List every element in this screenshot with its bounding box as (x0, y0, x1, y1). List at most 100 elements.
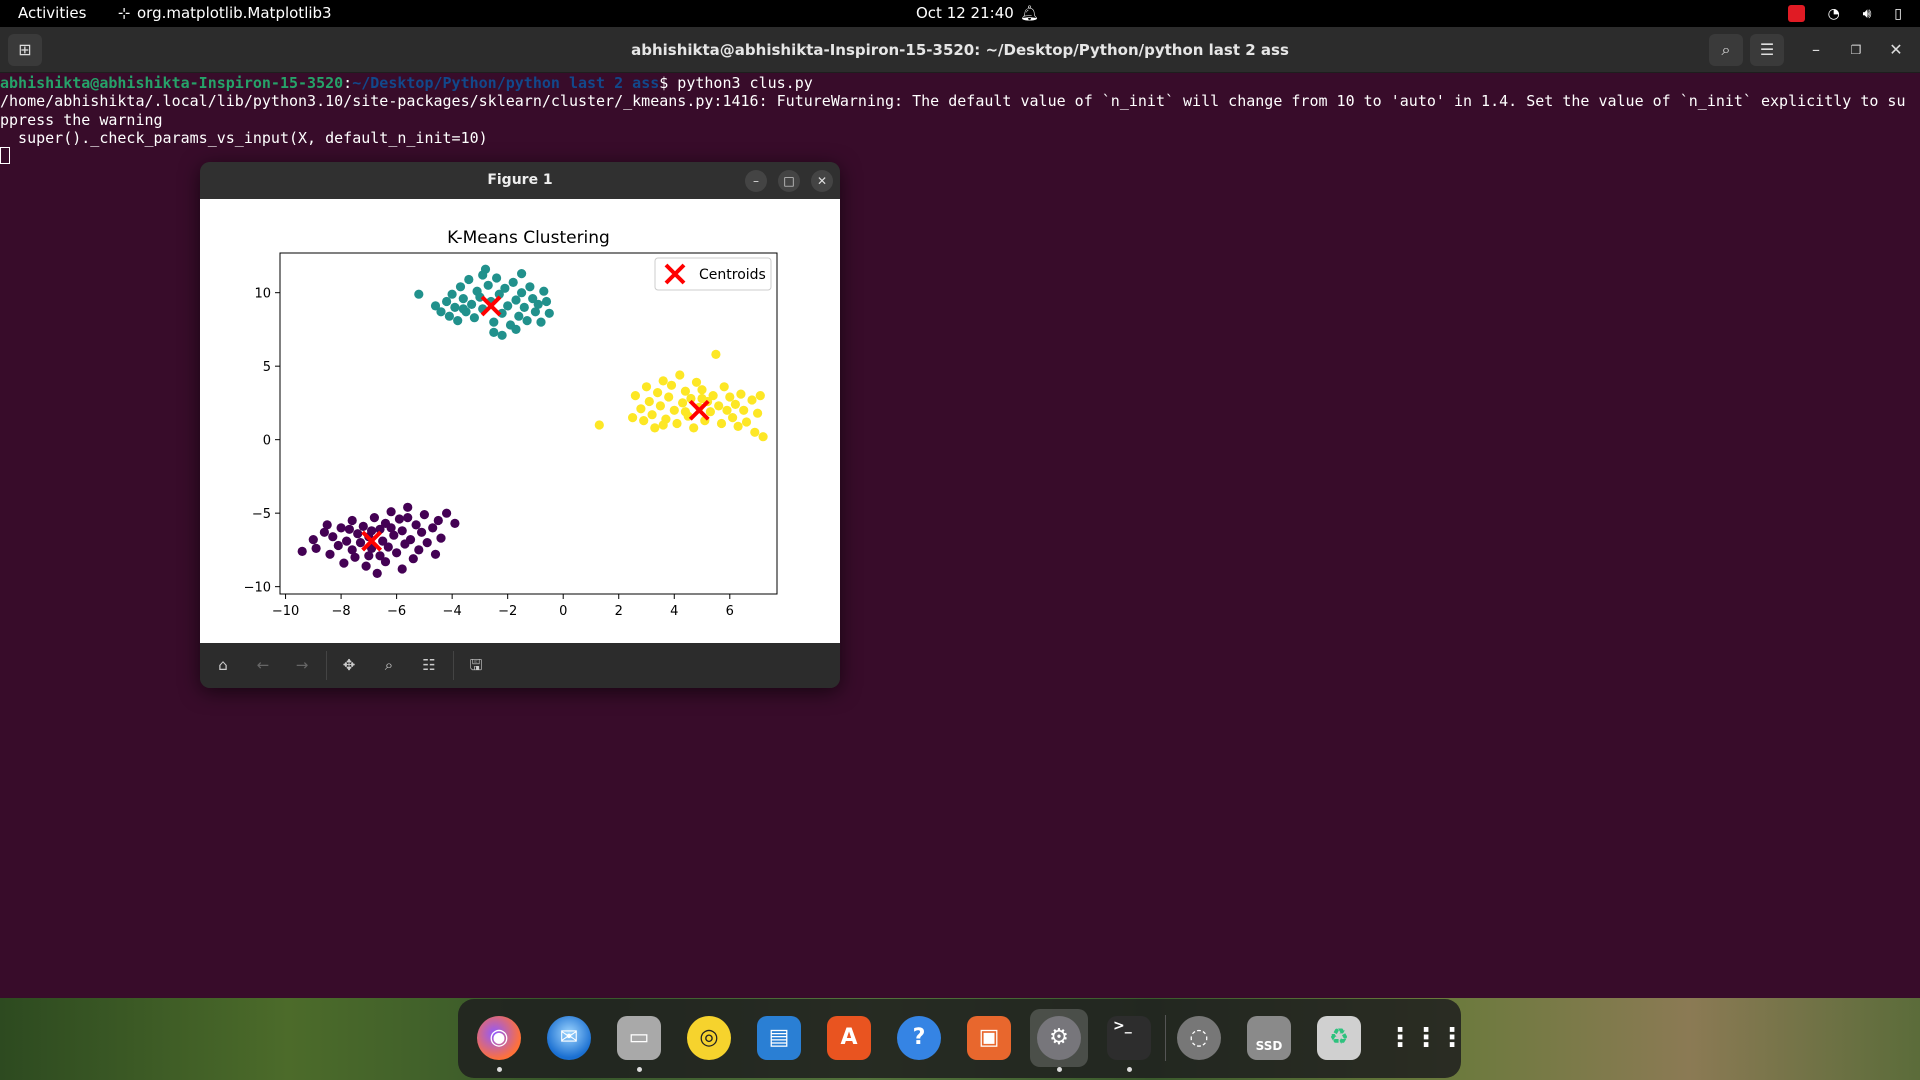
data-point (483, 280, 493, 290)
forward-arrow-icon[interactable]: → (287, 650, 317, 680)
dock-divider (1165, 1015, 1166, 1061)
terminal-output[interactable]: abhishikta@abhishikta-Inspiron-15-3520:~… (0, 74, 1920, 165)
legend-label: Centroids (699, 267, 766, 283)
x-tick-label: −8 (331, 604, 350, 619)
y-tick-label: 10 (254, 287, 271, 302)
data-point (719, 382, 729, 392)
activities-button[interactable]: Activities (18, 0, 86, 27)
data-point (669, 405, 679, 415)
running-indicator (1057, 1067, 1062, 1072)
libreoffice-impress-icon[interactable]: ▣ (960, 1009, 1018, 1067)
data-point (422, 538, 432, 548)
toolbar-divider (453, 651, 454, 680)
configure-subplots-icon[interactable]: ☷ (414, 650, 444, 680)
figure-minimize-button[interactable]: – (745, 170, 767, 192)
data-point (678, 398, 688, 408)
figure-maximize-button[interactable]: □ (778, 170, 800, 192)
data-point (697, 385, 707, 395)
data-point (739, 405, 749, 415)
search-button[interactable]: ⌕ (1709, 34, 1743, 66)
home-icon[interactable]: ⌂ (208, 650, 238, 680)
data-point (383, 542, 393, 552)
rhythmbox-icon[interactable]: ◎ (680, 1009, 738, 1067)
data-point (714, 401, 724, 411)
system-tray[interactable]: ◔ 🔊︎ ▯ (1787, 0, 1902, 27)
settings-icon[interactable]: ⚙ (1030, 1009, 1088, 1072)
ssd-drive-icon[interactable]: SSD (1240, 1009, 1298, 1067)
data-point (297, 546, 307, 556)
data-point (342, 536, 352, 546)
data-point (333, 540, 343, 551)
clock[interactable]: Oct 12 21:40 (916, 0, 1014, 27)
data-point (508, 277, 518, 287)
data-point (747, 395, 757, 405)
data-point (394, 514, 404, 524)
data-point (414, 289, 424, 299)
x-tick-label: 2 (615, 604, 623, 619)
battery-icon: ▯ (1894, 6, 1902, 22)
data-point (655, 401, 665, 411)
figure-toolbar: ⌂ ← → ✥ ⌕ ☷ 🖫︎ (200, 643, 840, 688)
data-point (644, 396, 654, 407)
help-icon[interactable]: ? (890, 1009, 948, 1067)
figure-canvas[interactable]: K-Means Clustering −10 −8 −6 −4 −2 0 2 4 6 −10 −5 0 5… (200, 199, 840, 643)
toolbar-divider (326, 651, 327, 680)
data-point (536, 317, 546, 327)
y-tick-label: −10 (244, 581, 271, 596)
app-menu[interactable]: ⊹ org.matplotlib.Matplotlib3 (115, 0, 332, 27)
show-apps-icon[interactable]: ⋮⋮⋮ (1380, 1009, 1465, 1067)
data-point (497, 330, 507, 340)
x-tick-label: −4 (443, 604, 462, 619)
data-point (675, 370, 685, 380)
thunderbird-icon[interactable]: ✉ (540, 1009, 598, 1067)
zoom-icon[interactable]: ⌕ (374, 650, 404, 680)
disk-usage-icon[interactable]: ◌ (1170, 1009, 1228, 1067)
files-icon[interactable]: ▭ (610, 1009, 668, 1072)
app-center-icon[interactable]: A (820, 1009, 878, 1067)
terminal-titlebar: abhishikta@abhishikta-Inspiron-15-3520: … (0, 27, 1920, 73)
figure-titlebar[interactable]: Figure 1 – □ ✕ (200, 162, 840, 199)
data-point (750, 427, 760, 437)
data-point (478, 270, 488, 280)
save-icon[interactable]: 🖫︎ (461, 650, 491, 680)
data-point (467, 299, 477, 309)
firefox-icon[interactable]: ◉ (470, 1009, 528, 1072)
x-tick-label: 6 (726, 604, 734, 619)
data-point (386, 507, 396, 517)
data-point (469, 313, 479, 323)
data-point (344, 524, 354, 534)
data-point (755, 391, 765, 401)
data-point (403, 513, 413, 523)
data-point (733, 421, 743, 431)
volume-icon: 🔊︎ (1862, 6, 1872, 22)
y-tick-label: 0 (263, 434, 271, 449)
data-point (519, 302, 529, 312)
new-tab-button[interactable]: ⊞ (8, 34, 42, 66)
data-point (367, 526, 377, 536)
data-point (594, 420, 604, 430)
data-point (447, 289, 457, 299)
data-point (730, 399, 741, 409)
x-tick-label: −10 (272, 604, 299, 619)
data-point (325, 549, 335, 559)
terminal-icon[interactable]: >_ (1100, 1009, 1158, 1072)
figure-close-button[interactable]: ✕ (811, 170, 833, 192)
trash-icon[interactable]: ♻ (1310, 1009, 1368, 1067)
data-point (658, 420, 668, 430)
data-point (522, 316, 532, 326)
back-arrow-icon[interactable]: ← (248, 650, 278, 680)
libreoffice-writer-icon[interactable]: ▤ (750, 1009, 808, 1067)
chart-title: K-Means Clustering (447, 228, 610, 248)
data-point (372, 568, 382, 578)
prompt-line: abhishikta@abhishikta-Inspiron-15-3520:~… (0, 74, 1920, 92)
pan-icon[interactable]: ✥ (334, 650, 364, 680)
hamburger-menu-button[interactable]: ☰ (1750, 34, 1784, 66)
screen-record-icon[interactable] (1787, 5, 1805, 22)
close-button[interactable]: ✕ (1879, 34, 1913, 66)
dock: ◉ ✉ ▭ ◎ ▤ A ? ▣ ⚙ >_ ◌ SSD ♻ ⋮⋮⋮ (458, 999, 1465, 1078)
minimize-button[interactable]: – (1799, 34, 1833, 66)
maximize-button[interactable]: ❐ (1839, 34, 1873, 66)
data-point (533, 299, 543, 309)
notification-bell-icon[interactable]: 🔔︎ (1020, 0, 1039, 27)
data-point (680, 386, 690, 396)
